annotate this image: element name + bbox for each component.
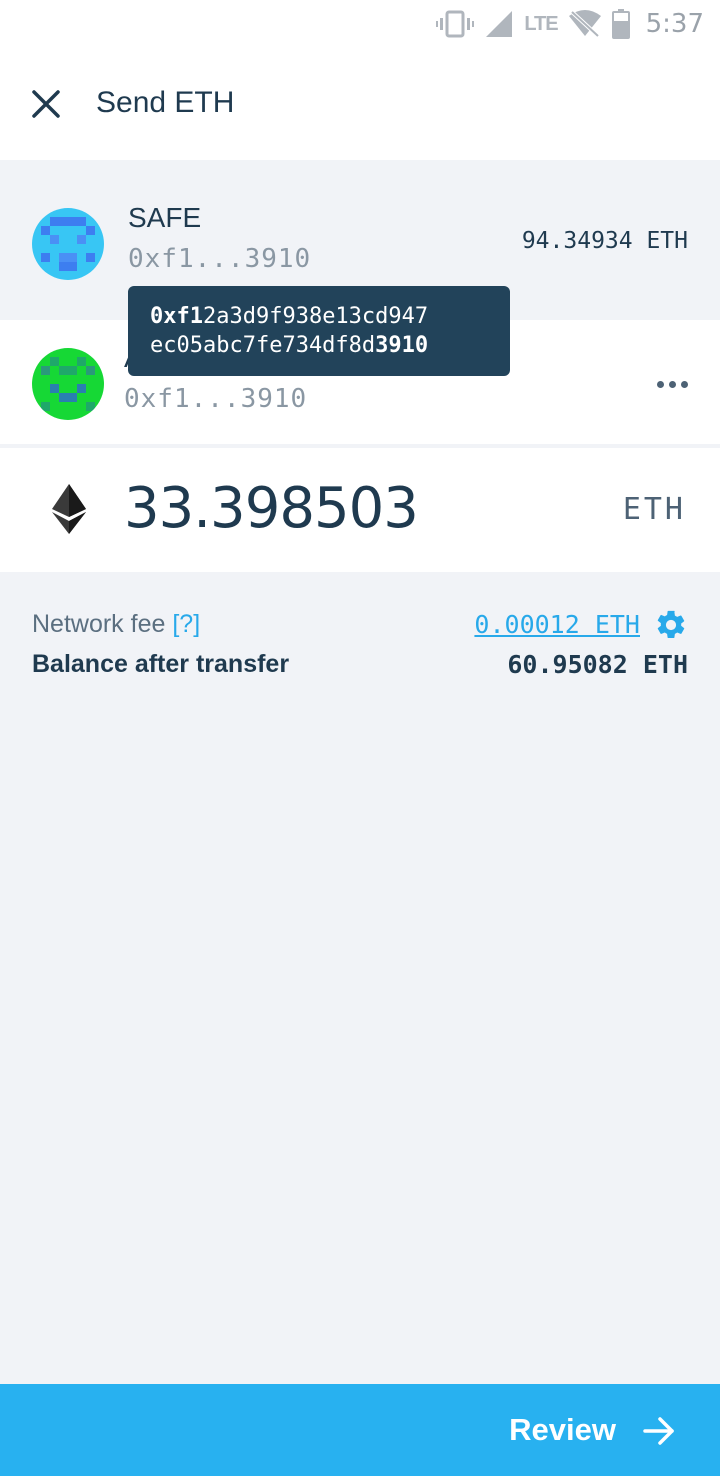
network-fee-value[interactable]: 0.00012 ETH (474, 610, 640, 639)
page-title: Send ETH (96, 86, 235, 119)
amount-unit: ETH (622, 492, 686, 527)
review-label: Review (509, 1412, 616, 1447)
fee-help-link[interactable]: [?] (172, 610, 200, 638)
signal-icon (486, 11, 513, 37)
arrow-right-icon (643, 1417, 674, 1445)
tooltip-address-prefix: 0xf1 (150, 304, 203, 329)
network-fee-text: Network fee (32, 610, 166, 638)
sender-address[interactable]: 0xf1...3910 (128, 244, 311, 274)
more-dot (668, 380, 676, 388)
tooltip-line-1: 0xf12a3d9f938e13cd947 (150, 302, 488, 331)
status-time: 5:37 (645, 9, 704, 39)
recipient-avatar (32, 348, 104, 420)
ethereum-icon (52, 484, 86, 534)
network-type-label: LTE (524, 12, 558, 35)
more-horizontal-icon[interactable] (648, 370, 696, 398)
tooltip-address-middle-1: 2a3d9f938e13cd947 (202, 304, 429, 329)
network-fee-label: Network fee [?] (32, 610, 200, 639)
address-tooltip: 0xf12a3d9f938e13cd947 ec05abc7fe734df8d3… (128, 286, 510, 376)
balance-after-value: 60.95082 ETH (507, 650, 688, 679)
tooltip-address-middle-2: ec05abc7fe734df8d (150, 333, 376, 358)
app-bar: Send ETH (0, 48, 720, 160)
more-dot (656, 380, 664, 388)
wifi-off-icon (568, 10, 601, 38)
sender-balance: 94.34934 ETH (521, 228, 688, 254)
vibrate-icon (436, 10, 475, 38)
sender-avatar (32, 208, 104, 280)
status-icons: LTE 5:37 (436, 6, 704, 42)
amount-input[interactable]: 33.398503 (124, 476, 504, 546)
battery-icon (611, 9, 630, 39)
review-button[interactable]: Review (0, 1384, 720, 1476)
amount-row: 33.398503 ETH (0, 448, 720, 572)
balance-after-label: Balance after transfer (32, 650, 290, 678)
sender-name: SAFE (128, 202, 202, 233)
tooltip-line-2: ec05abc7fe734df8d3910 (150, 331, 488, 360)
close-icon[interactable] (26, 84, 66, 124)
tooltip-address-suffix: 3910 (375, 333, 429, 358)
recipient-address[interactable]: 0xf1...3910 (124, 384, 307, 414)
gear-icon[interactable] (654, 608, 688, 642)
more-dot (680, 380, 688, 388)
status-bar: LTE 5:37 (0, 0, 720, 48)
